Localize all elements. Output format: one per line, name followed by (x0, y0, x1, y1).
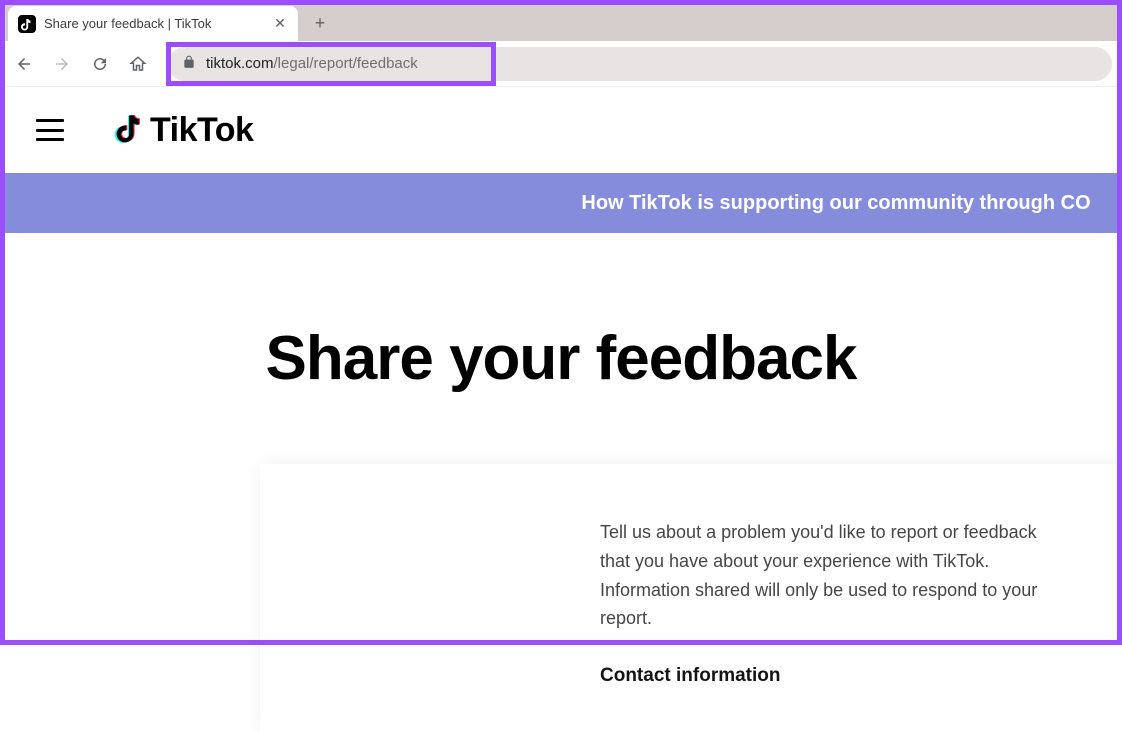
page-title: Share your feedback (0, 323, 1122, 394)
tiktok-favicon (18, 15, 36, 33)
url-path: /legal/report/feedback (274, 55, 418, 72)
browser-tab[interactable]: Share your feedback | TikTok ✕ (8, 6, 298, 41)
lock-icon (182, 55, 196, 73)
intro-text: Tell us about a problem you'd like to re… (600, 518, 1070, 633)
back-button[interactable] (10, 50, 38, 78)
site-header: TikTok (0, 87, 1122, 173)
address-bar-wrapper: tiktok.com/legal/report/feedback (168, 46, 1112, 82)
url-host: tiktok.com (206, 55, 274, 72)
tiktok-logo-icon (114, 111, 144, 150)
hamburger-menu-icon[interactable] (36, 119, 64, 141)
announcement-banner[interactable]: How TikTok is supporting our community t… (0, 173, 1122, 233)
browser-tab-strip: Share your feedback | TikTok ✕ + (0, 0, 1122, 41)
main-content: Share your feedback Tell us about a prob… (0, 233, 1122, 732)
home-button[interactable] (124, 50, 152, 78)
url-text: tiktok.com/legal/report/feedback (206, 55, 418, 72)
close-tab-icon[interactable]: ✕ (272, 16, 288, 32)
logo-text: TikTok (150, 111, 253, 150)
tab-title: Share your feedback | TikTok (44, 16, 264, 31)
tiktok-logo[interactable]: TikTok (114, 111, 253, 150)
reload-button[interactable] (86, 50, 114, 78)
forward-button[interactable] (48, 50, 76, 78)
feedback-card: Tell us about a problem you'd like to re… (260, 464, 1122, 732)
contact-info-heading: Contact information (600, 661, 1070, 691)
banner-text: How TikTok is supporting our community t… (581, 192, 1090, 215)
browser-toolbar: tiktok.com/legal/report/feedback (0, 41, 1122, 87)
address-bar[interactable]: tiktok.com/legal/report/feedback (168, 47, 1112, 81)
new-tab-button[interactable]: + (310, 13, 330, 33)
